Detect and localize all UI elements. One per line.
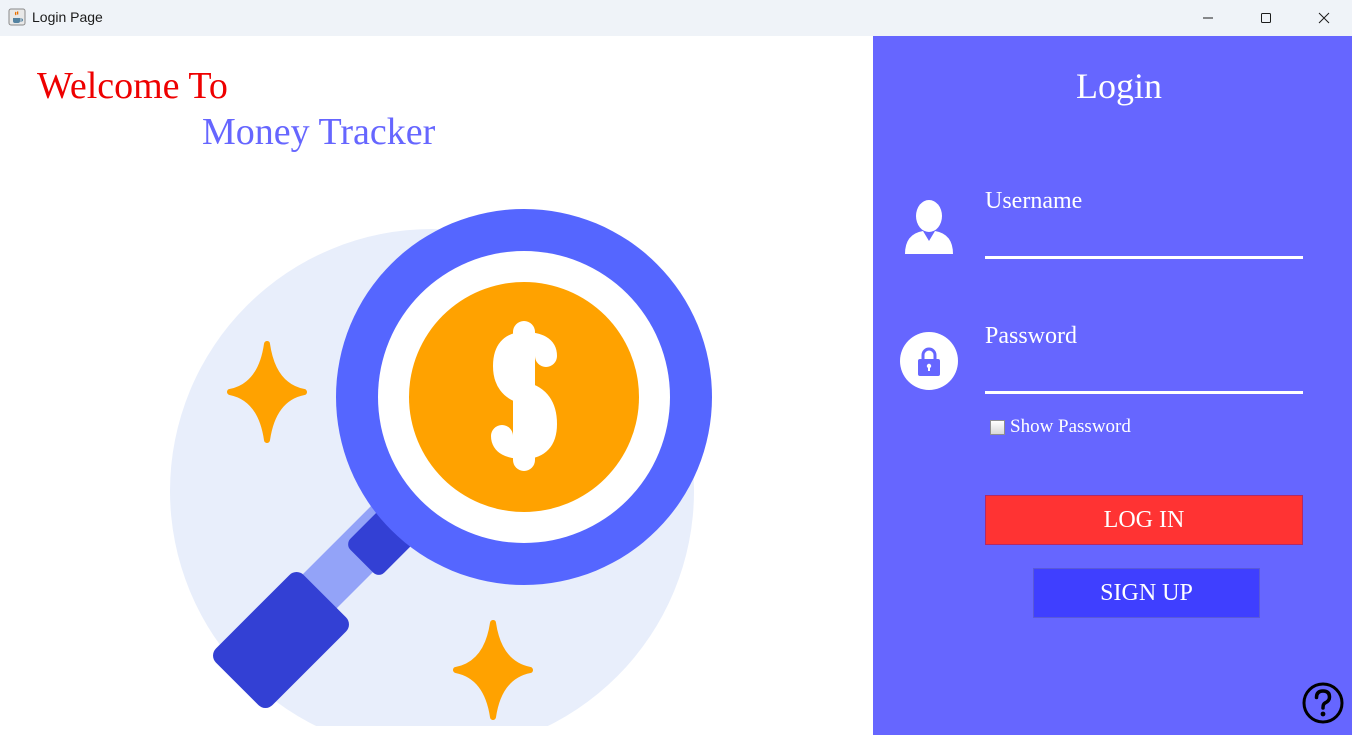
login-title: Login bbox=[1076, 66, 1162, 106]
maximize-button[interactable] bbox=[1237, 0, 1295, 36]
close-icon bbox=[1318, 12, 1330, 24]
welcome-panel: Welcome To Money Tracker bbox=[0, 36, 873, 735]
show-password-label: Show Password bbox=[1010, 416, 1131, 437]
java-cup-icon bbox=[8, 8, 26, 26]
app-name-heading: Money Tracker bbox=[202, 111, 436, 153]
login-panel: Login Username Password Show Password LO… bbox=[873, 36, 1352, 735]
welcome-heading: Welcome To bbox=[37, 65, 228, 107]
user-icon bbox=[905, 200, 953, 254]
lock-icon bbox=[900, 332, 958, 390]
maximize-icon bbox=[1261, 13, 1271, 23]
show-password-toggle[interactable]: Show Password bbox=[990, 416, 1131, 438]
minimize-icon bbox=[1203, 17, 1213, 19]
username-label: Username bbox=[985, 188, 1083, 214]
window-title: Login Page bbox=[32, 9, 103, 25]
password-label: Password bbox=[985, 323, 1078, 349]
help-icon[interactable] bbox=[1302, 682, 1344, 724]
magnifier-dollar-icon bbox=[170, 209, 712, 726]
window-titlebar: Login Page bbox=[0, 0, 1352, 36]
login-button[interactable]: LOG IN bbox=[985, 495, 1303, 545]
signup-button[interactable]: SIGN UP bbox=[1033, 568, 1260, 618]
minimize-button[interactable] bbox=[1179, 0, 1237, 36]
password-input[interactable] bbox=[985, 361, 1303, 394]
show-password-checkbox[interactable] bbox=[990, 419, 1005, 435]
close-button[interactable] bbox=[1295, 0, 1352, 36]
username-input[interactable] bbox=[985, 226, 1303, 259]
